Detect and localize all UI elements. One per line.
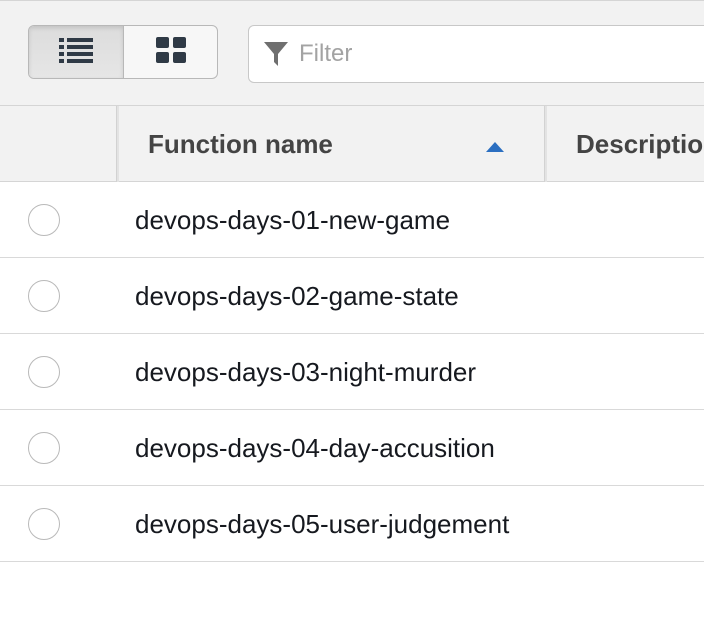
function-name-cell[interactable]: devops-days-05-user-judgement bbox=[135, 486, 509, 562]
sort-ascending-icon[interactable] bbox=[485, 140, 505, 158]
function-name-cell[interactable]: devops-days-01-new-game bbox=[135, 182, 450, 258]
row-select-radio[interactable] bbox=[28, 508, 60, 540]
table-row[interactable]: devops-days-01-new-game bbox=[0, 182, 704, 258]
filter-box bbox=[248, 25, 704, 83]
function-name-cell[interactable]: devops-days-03-night-murder bbox=[135, 334, 476, 410]
table-row[interactable]: devops-days-02-game-state bbox=[0, 258, 704, 334]
table-header: Function name Descriptio bbox=[0, 106, 704, 182]
function-name-cell[interactable]: devops-days-04-day-accusition bbox=[135, 410, 495, 486]
funnel-icon bbox=[263, 40, 289, 68]
filter-input[interactable] bbox=[299, 34, 679, 74]
table-row[interactable]: devops-days-03-night-murder bbox=[0, 334, 704, 410]
toolbar bbox=[0, 0, 704, 106]
view-toggle bbox=[28, 25, 218, 79]
row-select-radio[interactable] bbox=[28, 432, 60, 464]
table-row[interactable]: devops-days-05-user-judgement bbox=[0, 486, 704, 562]
column-header-function-name[interactable]: Function name bbox=[148, 106, 333, 182]
row-select-radio[interactable] bbox=[28, 356, 60, 388]
column-divider[interactable] bbox=[116, 106, 119, 182]
row-select-radio[interactable] bbox=[28, 280, 60, 312]
function-table-body: devops-days-01-new-game devops-days-02-g… bbox=[0, 182, 704, 562]
row-select-radio[interactable] bbox=[28, 204, 60, 236]
column-divider[interactable] bbox=[544, 106, 547, 182]
list-view-icon bbox=[59, 37, 93, 68]
grid-view-icon bbox=[155, 36, 186, 68]
table-row[interactable]: devops-days-04-day-accusition bbox=[0, 410, 704, 486]
function-name-cell[interactable]: devops-days-02-game-state bbox=[135, 258, 459, 334]
grid-view-button[interactable] bbox=[123, 26, 217, 78]
list-view-button[interactable] bbox=[29, 26, 123, 78]
column-header-description[interactable]: Descriptio bbox=[576, 106, 703, 182]
